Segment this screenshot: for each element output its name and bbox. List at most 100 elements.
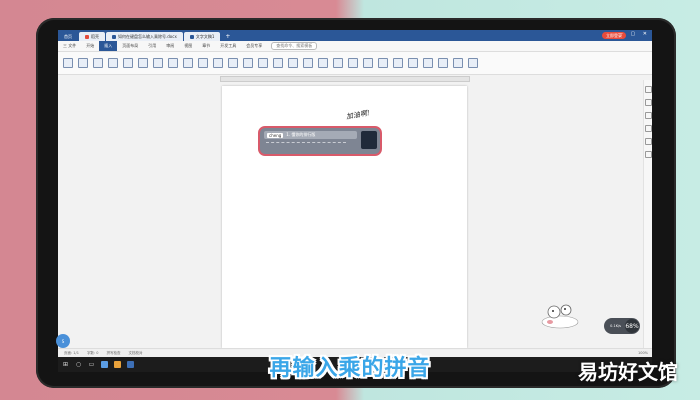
ribbon-button[interactable] — [437, 54, 449, 72]
ribbon-button[interactable] — [242, 54, 254, 72]
mascot-sticker — [541, 304, 579, 329]
ribbon-button[interactable] — [392, 54, 404, 72]
assistant-bubble[interactable]: S — [56, 334, 70, 348]
ribbon-button[interactable] — [407, 54, 419, 72]
ime-divider — [266, 142, 346, 145]
ribbon-button[interactable] — [197, 54, 209, 72]
ribbon-button[interactable] — [152, 54, 164, 72]
comment-icon — [258, 58, 268, 68]
menu-home[interactable]: 开始 — [81, 41, 99, 51]
watermark-icon — [303, 58, 313, 68]
tab-home[interactable]: 首页 — [58, 32, 78, 41]
textbox-icon — [318, 58, 328, 68]
smartart-icon — [198, 58, 208, 68]
shape-icon — [153, 58, 163, 68]
ribbon-button[interactable] — [212, 54, 224, 72]
ribbon-button[interactable] — [62, 54, 74, 72]
sidebar-backup-icon[interactable] — [645, 138, 652, 145]
window-controls[interactable]: — ▢ ✕ — [618, 31, 650, 37]
word-icon — [189, 34, 194, 39]
ribbon-button[interactable] — [122, 54, 134, 72]
network-speed: 0.1K/s — [610, 324, 621, 328]
ribbon-button[interactable] — [137, 54, 149, 72]
ribbon-button[interactable] — [377, 54, 389, 72]
sidebar-style-icon[interactable] — [645, 86, 652, 93]
menu-view[interactable]: 视图 — [179, 41, 197, 51]
ribbon-button[interactable] — [347, 54, 359, 72]
menu-references[interactable]: 引用 — [143, 41, 161, 51]
ribbon-button[interactable] — [107, 54, 119, 72]
command-search-input[interactable]: 查找命令、搜索模板 — [271, 42, 318, 50]
mindmap-icon — [228, 58, 238, 68]
tab-document-label: 如何在键盘怎么输入乘除号.docx — [118, 33, 177, 39]
title-bar: 首页 稻壳 如何在键盘怎么输入乘除号.docx 文字文稿1 + 立即登录 — ▢… — [58, 30, 652, 41]
menu-section[interactable]: 章节 — [197, 41, 215, 51]
resource-icon — [468, 58, 478, 68]
memory-percent: 68% — [625, 319, 639, 333]
tab-home-label: 首页 — [64, 33, 72, 39]
ribbon-button[interactable] — [92, 54, 104, 72]
ime-candidate[interactable]: 1. 懂你的排行版 — [286, 132, 315, 138]
menu-review[interactable]: 审阅 — [161, 41, 179, 51]
ribbon-button[interactable] — [227, 54, 239, 72]
blank-page-icon — [78, 58, 88, 68]
ribbon-button[interactable] — [287, 54, 299, 72]
ribbon-toolbar — [58, 52, 652, 75]
menu-page-layout[interactable]: 页面布局 — [117, 41, 143, 51]
hyperlink-icon — [438, 58, 448, 68]
tab-new-doc-label: 文字文稿1 — [195, 33, 215, 39]
screenshot-icon — [138, 58, 148, 68]
cover-page-icon — [63, 58, 73, 68]
tab-docer-label: 稻壳 — [91, 33, 99, 39]
sidebar-share-icon[interactable] — [645, 151, 652, 158]
wordart-icon — [333, 58, 343, 68]
page-number-icon — [288, 58, 298, 68]
menu-developer[interactable]: 开发工具 — [215, 41, 241, 51]
ribbon-button[interactable] — [317, 54, 329, 72]
sidebar-select-icon[interactable] — [645, 99, 652, 106]
sidebar-property-icon[interactable] — [645, 125, 652, 132]
ribbon-button[interactable] — [302, 54, 314, 72]
ribbon-button[interactable] — [452, 54, 464, 72]
more-icon — [243, 58, 253, 68]
docer-icon — [85, 34, 89, 39]
tab-document[interactable]: 如何在键盘怎么输入乘除号.docx — [106, 32, 183, 41]
network-speed-widget[interactable]: 0.1K/s 68% — [604, 318, 640, 334]
add-tab-button[interactable]: + — [221, 32, 234, 41]
ribbon-button[interactable] — [272, 54, 284, 72]
menu-bar: 三 文件 开始 插入 页面布局 引用 审阅 视图 章节 开发工具 会员专享 查找… — [58, 41, 652, 52]
horizontal-ruler[interactable] — [220, 76, 470, 82]
object-icon — [378, 58, 388, 68]
ribbon-button[interactable] — [467, 54, 479, 72]
formula-icon — [408, 58, 418, 68]
ribbon-button[interactable] — [182, 54, 194, 72]
sidebar-shape-icon[interactable] — [645, 112, 652, 119]
date-icon — [363, 58, 373, 68]
table-icon — [108, 58, 118, 68]
numbering-icon — [423, 58, 433, 68]
ribbon-button[interactable] — [257, 54, 269, 72]
ime-handwriting-text: 加油啊! — [345, 108, 371, 122]
menu-file[interactable]: 三 文件 — [58, 41, 81, 51]
ime-pinyin: cheng — [267, 132, 284, 138]
ribbon-button[interactable] — [77, 54, 89, 72]
ime-candidate-window: cheng 1. 懂你的排行版 — [258, 126, 382, 156]
chart-icon — [183, 58, 193, 68]
tab-docer[interactable]: 稻壳 — [79, 32, 105, 41]
picture-icon — [123, 58, 133, 68]
document-page[interactable]: cheng 1. 懂你的排行版 加油啊! — [222, 86, 467, 348]
ribbon-button[interactable] — [332, 54, 344, 72]
page-break-icon — [93, 58, 103, 68]
tab-new-doc[interactable]: 文字文稿1 — [183, 32, 221, 41]
watermark: 易坊好文馆 — [578, 360, 678, 384]
ime-composition-bar: cheng 1. 懂你的排行版 — [264, 131, 357, 139]
ribbon-button[interactable] — [167, 54, 179, 72]
ribbon-button[interactable] — [422, 54, 434, 72]
bookmark-icon — [453, 58, 463, 68]
menu-insert[interactable]: 插入 — [99, 41, 118, 51]
menu-member[interactable]: 会员专享 — [241, 41, 267, 51]
header-footer-icon — [273, 58, 283, 68]
symbol-icon — [393, 58, 403, 68]
ribbon-button[interactable] — [362, 54, 374, 72]
word-icon — [112, 34, 116, 39]
